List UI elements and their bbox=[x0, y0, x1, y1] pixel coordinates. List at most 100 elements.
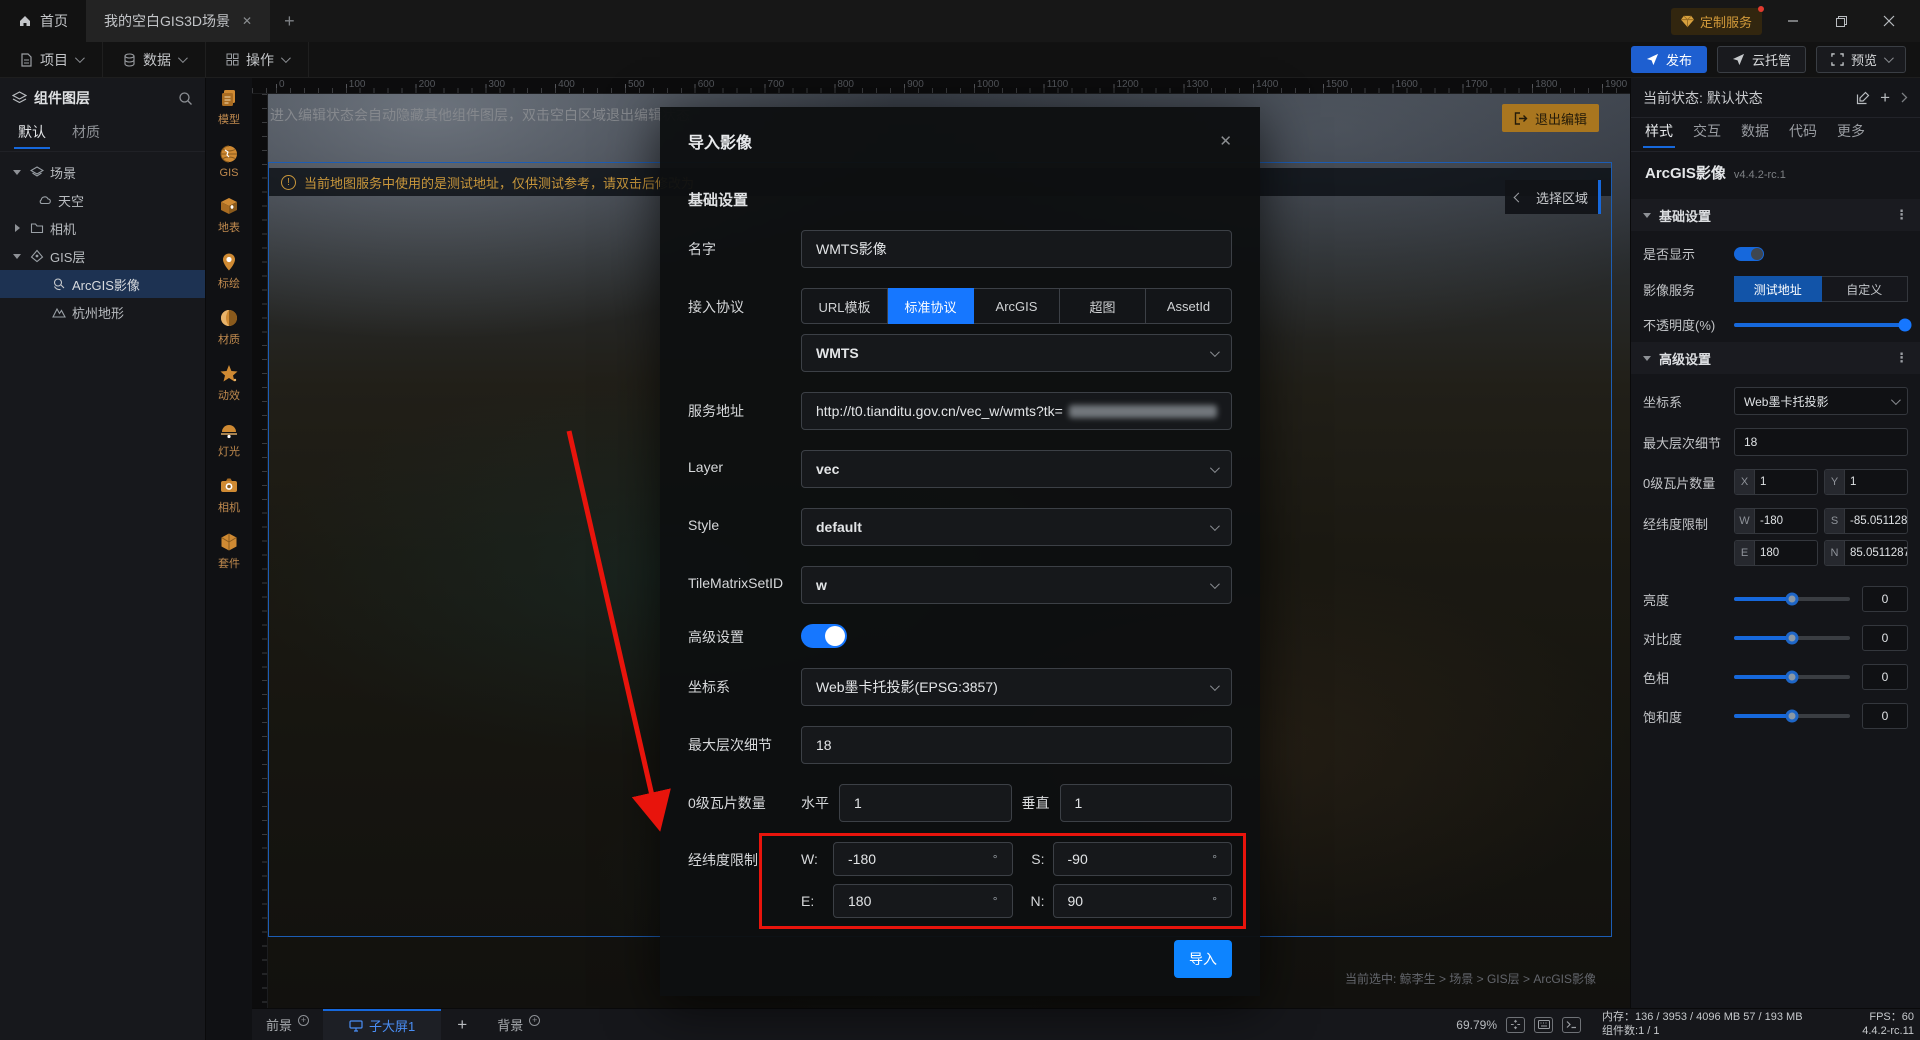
east-input[interactable]: 180° bbox=[833, 884, 1013, 918]
tab-default[interactable]: 默认 bbox=[18, 122, 46, 148]
west-input[interactable]: W-180 bbox=[1734, 508, 1818, 534]
screen-tab[interactable]: 子大屏1 bbox=[323, 1009, 441, 1040]
tool-light[interactable]: 灯光 bbox=[206, 420, 252, 459]
tree-item-arcgis-imagery[interactable]: ArcGIS影像 bbox=[0, 270, 205, 298]
saturation-slider[interactable] bbox=[1734, 714, 1850, 718]
visibility-toggle[interactable] bbox=[1734, 247, 1764, 261]
tab-interaction[interactable]: 交互 bbox=[1693, 121, 1721, 148]
tree-item-hangzhou-terrain[interactable]: 杭州地形 bbox=[0, 298, 205, 326]
hue-slider[interactable] bbox=[1734, 675, 1850, 679]
tree-item-scene[interactable]: 场景 bbox=[0, 158, 205, 186]
max-lod-input[interactable]: 18 bbox=[1734, 428, 1908, 456]
select-region-button[interactable]: 选择区域 bbox=[1505, 180, 1601, 214]
protocol-option-url-template[interactable]: URL模板 bbox=[801, 288, 888, 324]
crs-select[interactable]: Web墨卡托投影(EPSG:3857) bbox=[801, 668, 1232, 706]
y-tiles-input[interactable]: Y1 bbox=[1824, 469, 1908, 495]
tab-code[interactable]: 代码 bbox=[1789, 121, 1817, 148]
basic-settings-section[interactable]: 基础设置 ⋮ bbox=[1631, 199, 1920, 231]
protocol-option-arcgis[interactable]: ArcGIS bbox=[974, 288, 1060, 324]
keyboard-icon[interactable] bbox=[1534, 1017, 1553, 1033]
tab-scene[interactable]: 我的空白GIS3D场景 ✕ bbox=[86, 0, 270, 42]
collapse-icon[interactable] bbox=[10, 254, 24, 259]
max-lod-input[interactable]: 18 bbox=[801, 726, 1232, 764]
protocol-type-select[interactable]: WMTS bbox=[801, 334, 1232, 372]
south-input[interactable]: -90° bbox=[1053, 842, 1233, 876]
name-input[interactable]: WMTS影像 bbox=[801, 230, 1232, 268]
custom-service-badge[interactable]: 定制服务 bbox=[1671, 8, 1762, 35]
hue-value[interactable]: 0 bbox=[1862, 664, 1908, 690]
north-input[interactable]: 90° bbox=[1053, 884, 1233, 918]
modal-close-icon[interactable]: ✕ bbox=[1219, 132, 1232, 150]
tab-material[interactable]: 材质 bbox=[72, 122, 100, 148]
west-input[interactable]: -180° bbox=[833, 842, 1013, 876]
opacity-slider[interactable] bbox=[1734, 323, 1908, 327]
protocol-option-assetid[interactable]: AssetId bbox=[1146, 288, 1232, 324]
add-state-icon[interactable]: + bbox=[1880, 88, 1890, 108]
tool-model[interactable]: 模型 bbox=[206, 88, 252, 127]
tool-kit[interactable]: 套件 bbox=[206, 532, 252, 571]
contrast-value[interactable]: 0 bbox=[1862, 625, 1908, 651]
kebab-menu-icon[interactable]: ⋮ bbox=[1895, 350, 1908, 366]
service-url-input[interactable]: http://t0.tianditu.gov.cn/vec_w/wmts?tk= bbox=[801, 392, 1232, 430]
tool-gis[interactable]: GIS bbox=[206, 144, 252, 179]
tool-terrain[interactable]: 地表 bbox=[206, 196, 252, 235]
add-foreground-icon[interactable]: + bbox=[298, 1015, 309, 1026]
advanced-settings-section[interactable]: 高级设置 ⋮ bbox=[1631, 342, 1920, 374]
menu-operate[interactable]: 操作 bbox=[206, 42, 309, 77]
vertical-tiles-input[interactable]: 1 bbox=[1060, 784, 1233, 822]
import-button[interactable]: 导入 bbox=[1174, 940, 1232, 978]
close-tab-icon[interactable]: ✕ bbox=[242, 14, 252, 28]
tree-item-sky[interactable]: 天空 bbox=[0, 186, 205, 214]
brightness-value[interactable]: 0 bbox=[1862, 586, 1908, 612]
menu-data[interactable]: 数据 bbox=[103, 42, 206, 77]
menu-project[interactable]: 项目 bbox=[0, 42, 103, 77]
crs-select[interactable]: Web墨卡托投影 bbox=[1734, 387, 1908, 415]
kebab-menu-icon[interactable]: ⋮ bbox=[1895, 207, 1908, 223]
minimize-button[interactable] bbox=[1776, 7, 1810, 35]
horizontal-tiles-input[interactable]: 1 bbox=[839, 784, 1012, 822]
close-button[interactable] bbox=[1872, 7, 1906, 35]
brightness-slider[interactable] bbox=[1734, 597, 1850, 601]
contrast-slider[interactable] bbox=[1734, 636, 1850, 640]
edit-state-icon[interactable] bbox=[1856, 91, 1870, 105]
foreground-tab[interactable]: 前景 + bbox=[252, 1009, 323, 1040]
tilematrixset-select[interactable]: w bbox=[801, 566, 1232, 604]
tool-plot[interactable]: 标绘 bbox=[206, 252, 252, 291]
north-input[interactable]: N85.051128779 bbox=[1824, 540, 1908, 566]
tool-camera[interactable]: 相机 bbox=[206, 476, 252, 515]
saturation-value[interactable]: 0 bbox=[1862, 703, 1908, 729]
collapse-icon[interactable] bbox=[10, 170, 24, 175]
service-option-custom[interactable]: 自定义 bbox=[1822, 276, 1909, 302]
restore-button[interactable] bbox=[1824, 7, 1858, 35]
south-input[interactable]: S-85.05112877 bbox=[1824, 508, 1908, 534]
service-option-test[interactable]: 测试地址 bbox=[1734, 276, 1822, 302]
terminal-icon[interactable] bbox=[1562, 1017, 1581, 1033]
tool-material[interactable]: 材质 bbox=[206, 308, 252, 347]
tab-more[interactable]: 更多 bbox=[1837, 121, 1865, 148]
tree-item-gis-layer[interactable]: GIS层 bbox=[0, 242, 205, 270]
cloud-hosting-button[interactable]: 云托管 bbox=[1717, 46, 1806, 73]
search-icon[interactable] bbox=[178, 91, 193, 106]
style-select[interactable]: default bbox=[801, 508, 1232, 546]
tab-home[interactable]: 首页 bbox=[0, 0, 86, 42]
east-input[interactable]: E180 bbox=[1734, 540, 1818, 566]
new-tab-button[interactable]: + bbox=[270, 0, 309, 42]
tree-item-camera-folder[interactable]: 相机 bbox=[0, 214, 205, 242]
expand-icon[interactable] bbox=[10, 224, 24, 232]
tab-style[interactable]: 样式 bbox=[1645, 121, 1673, 148]
publish-button[interactable]: 发布 bbox=[1631, 46, 1707, 73]
x-tiles-input[interactable]: X1 bbox=[1734, 469, 1818, 495]
add-background-icon[interactable]: + bbox=[529, 1015, 540, 1026]
layer-select[interactable]: vec bbox=[801, 450, 1232, 488]
fit-screen-icon[interactable] bbox=[1506, 1017, 1525, 1033]
preview-button[interactable]: 预览 bbox=[1816, 46, 1906, 73]
exit-edit-button[interactable]: 退出编辑 bbox=[1502, 104, 1599, 132]
protocol-option-standard[interactable]: 标准协议 bbox=[888, 288, 974, 324]
tool-effects[interactable]: 动效 bbox=[206, 364, 252, 403]
protocol-option-supermap[interactable]: 超图 bbox=[1060, 288, 1146, 324]
advanced-settings-toggle[interactable] bbox=[801, 624, 847, 648]
tab-data[interactable]: 数据 bbox=[1741, 121, 1769, 148]
add-screen-button[interactable]: + bbox=[441, 1015, 483, 1035]
chevron-right-icon[interactable] bbox=[1900, 92, 1908, 103]
background-tab[interactable]: 背景 + bbox=[483, 1009, 554, 1040]
